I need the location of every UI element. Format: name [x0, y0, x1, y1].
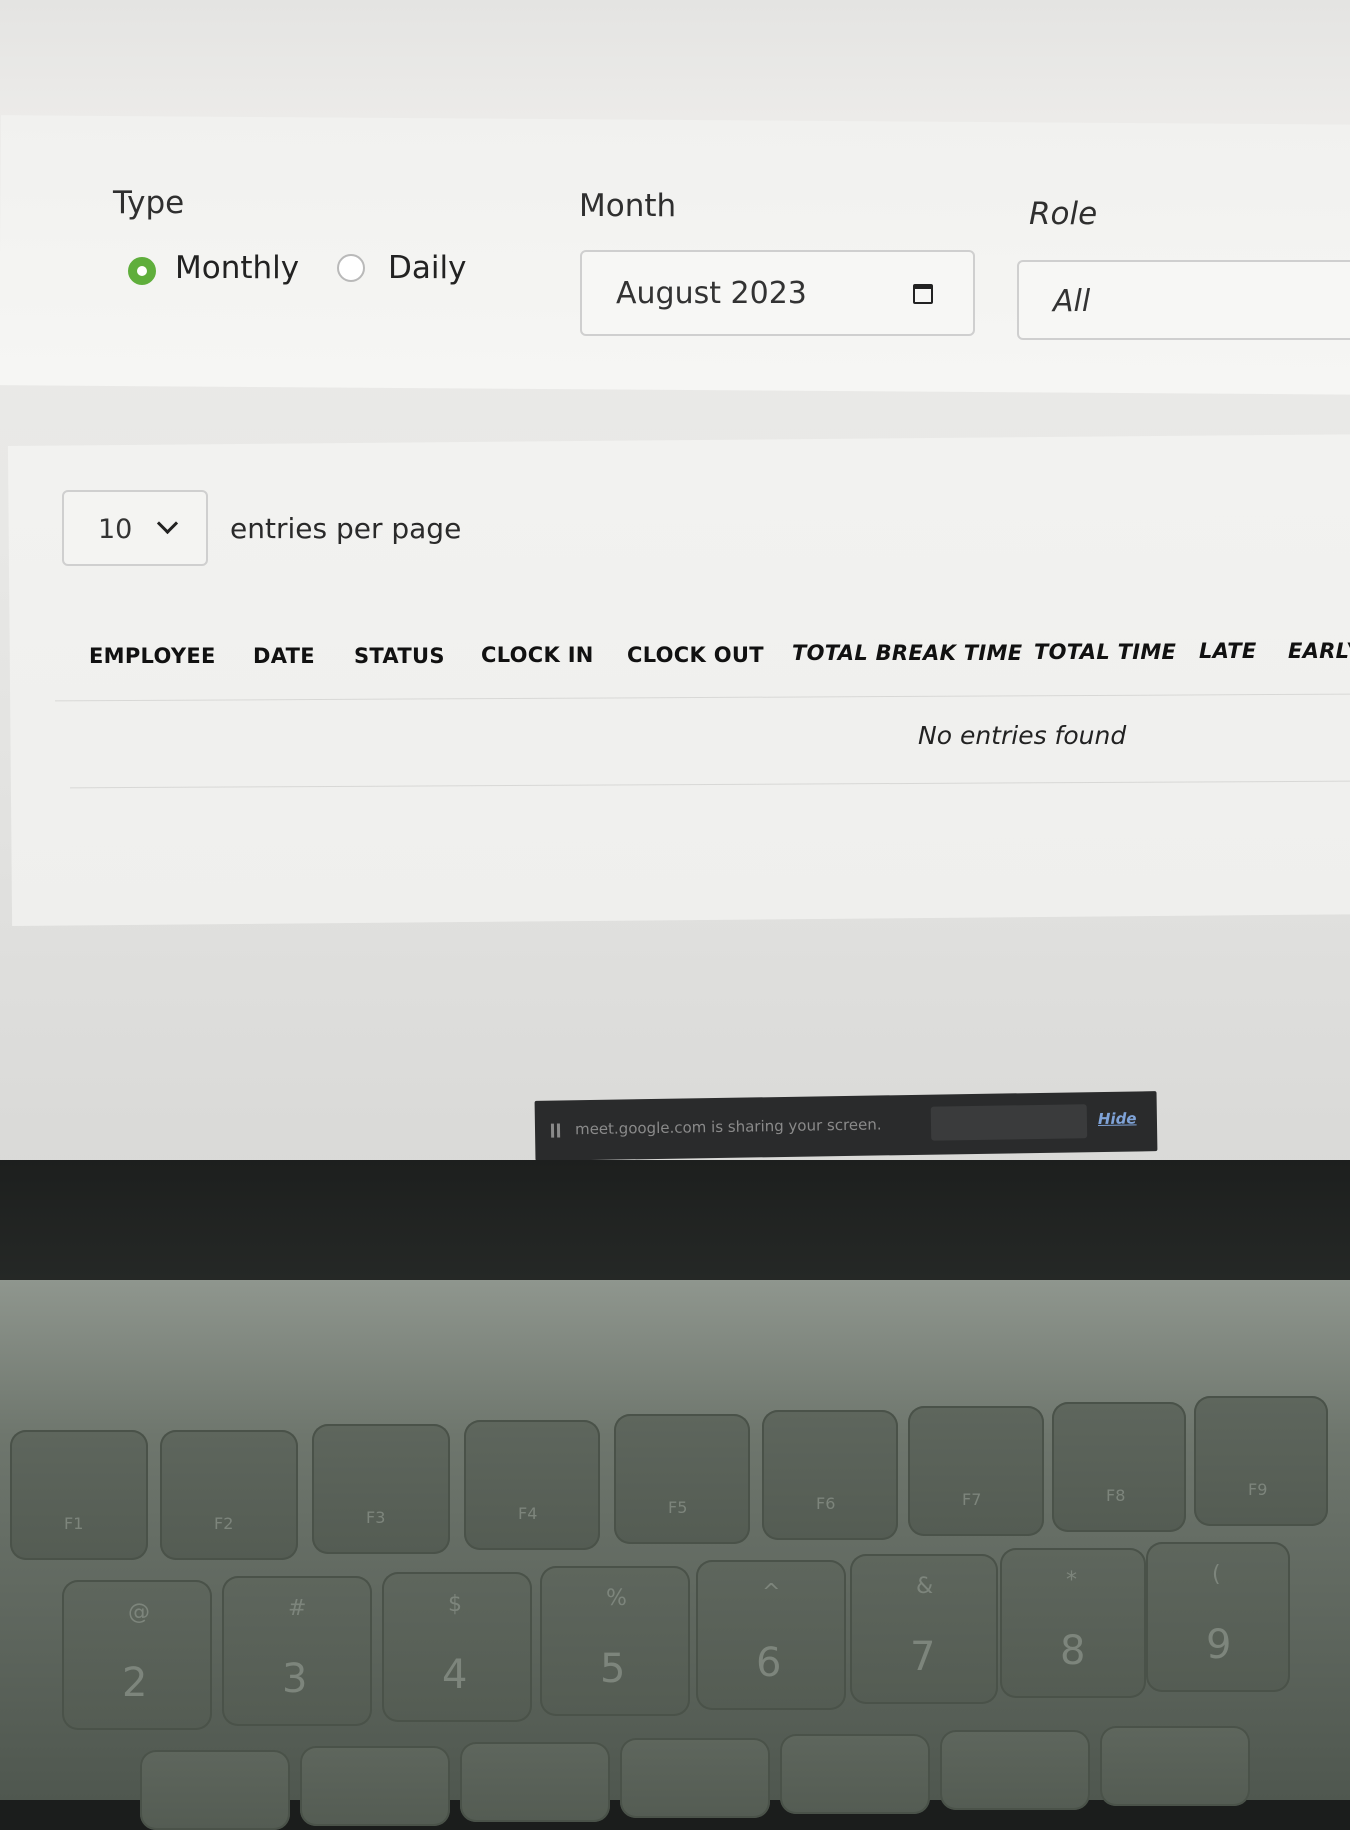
key-7-digit: 7 — [910, 1634, 936, 1680]
column-header-clock-in[interactable]: CLOCK IN — [481, 643, 594, 667]
key-f1: F1 — [10, 1430, 148, 1560]
key-f3-label: F3 — [366, 1508, 386, 1527]
hide-share-button[interactable]: Hide — [1098, 1109, 1137, 1128]
month-picker[interactable]: August 2023 — [580, 250, 975, 336]
key-f9: F9 — [1194, 1396, 1328, 1526]
key-2-symbol: @ — [128, 1600, 150, 1625]
role-select[interactable]: All — [1017, 260, 1350, 340]
key-5: % 5 — [540, 1566, 690, 1716]
month-value: August 2023 — [616, 276, 807, 311]
key-6-symbol: ^ — [762, 1580, 781, 1605]
key-4-symbol: $ — [448, 1592, 462, 1617]
column-header-late[interactable]: LATE — [1199, 639, 1257, 663]
key-3: #3 — [222, 1576, 372, 1726]
key-9-symbol: ( — [1212, 1562, 1221, 1587]
screen-share-field — [930, 1104, 1088, 1141]
key-partial — [940, 1730, 1090, 1810]
column-header-clock-out[interactable]: CLOCK OUT — [627, 643, 764, 667]
key-9: (9 — [1146, 1542, 1290, 1692]
key-f1-label: F1 — [64, 1514, 84, 1533]
role-value: All — [1053, 284, 1091, 319]
column-header-date[interactable]: DATE — [253, 644, 315, 668]
empty-table-message: No entries found — [918, 721, 1127, 750]
key-partial — [300, 1746, 450, 1826]
key-8-symbol: * — [1066, 1568, 1077, 1593]
radio-daily-label[interactable]: Daily — [388, 250, 466, 286]
key-f8-label: F8 — [1106, 1486, 1126, 1505]
key-8-digit: 8 — [1060, 1628, 1086, 1674]
key-7: & 7 — [850, 1554, 998, 1704]
key-f6-label: F6 — [816, 1494, 836, 1513]
key-f4-label: F4 — [518, 1504, 538, 1523]
keyboard-deck: F1 F2 F3 F4 F5 F6 F7 F8 F9 @2 #3 $4 % 5 ^… — [0, 1280, 1350, 1830]
key-partial — [620, 1738, 770, 1818]
role-label: Role — [1029, 196, 1098, 232]
entries-per-page-select[interactable]: 10 — [62, 490, 208, 566]
key-4-digit: 4 — [442, 1652, 468, 1698]
key-7-symbol: & — [916, 1574, 934, 1599]
key-6-digit: 6 — [756, 1640, 782, 1686]
key-f7: F7 — [908, 1406, 1044, 1536]
key-f7-label: F7 — [962, 1490, 982, 1509]
screen-share-message: meet.google.com is sharing your screen. — [574, 1115, 882, 1139]
laptop-bezel — [0, 1160, 1350, 1280]
key-f4: F4 — [464, 1420, 600, 1550]
key-5-digit: 5 — [600, 1646, 626, 1692]
key-f3: F3 — [312, 1424, 450, 1554]
key-8: * 8 — [1000, 1548, 1146, 1698]
key-6: ^ 6 — [696, 1560, 846, 1710]
key-3-digit: 3 — [282, 1656, 308, 1702]
key-f2-label: F2 — [214, 1514, 234, 1533]
key-f5-label: F5 — [668, 1498, 688, 1517]
pause-icon[interactable] — [550, 1123, 561, 1138]
radio-monthly[interactable] — [128, 257, 156, 285]
type-label: Type — [113, 185, 185, 221]
column-header-total-time[interactable]: TOTAL TIME — [1034, 640, 1176, 664]
key-partial — [1100, 1726, 1250, 1806]
key-f2: F2 — [160, 1430, 298, 1560]
radio-daily[interactable] — [337, 254, 365, 282]
key-f8: F8 — [1052, 1402, 1186, 1532]
key-f6: F6 — [762, 1410, 898, 1540]
screen-share-bar: meet.google.com is sharing your screen. … — [534, 1091, 1158, 1161]
key-2: @2 — [62, 1580, 212, 1730]
key-4: $4 — [382, 1572, 532, 1722]
key-2-digit: 2 — [122, 1660, 148, 1706]
column-header-status[interactable]: STATUS — [354, 644, 445, 668]
table-panel — [7, 433, 1350, 927]
key-3-symbol: # — [288, 1596, 307, 1621]
radio-monthly-label[interactable]: Monthly — [175, 250, 299, 286]
key-f9-label: F9 — [1248, 1480, 1268, 1499]
month-label: Month — [579, 188, 677, 224]
chevron-down-icon — [156, 512, 179, 535]
column-header-employee[interactable]: EMPLOYEE — [89, 644, 216, 668]
key-f5: F5 — [614, 1414, 750, 1544]
key-partial — [460, 1742, 610, 1822]
key-partial — [140, 1750, 290, 1830]
key-partial — [780, 1734, 930, 1814]
entries-per-page-label: entries per page — [230, 512, 462, 545]
key-5-symbol: % — [606, 1586, 627, 1611]
browser-screen: Type Monthly Daily Month August 2023 Rol… — [0, 0, 1350, 1175]
calendar-icon[interactable] — [913, 284, 933, 304]
entries-per-page-value: 10 — [98, 514, 133, 545]
column-header-early[interactable]: EARLY — [1288, 639, 1350, 663]
key-9-digit: 9 — [1206, 1622, 1232, 1668]
column-header-total-break-time[interactable]: TOTAL BREAK TIME — [792, 641, 1022, 665]
